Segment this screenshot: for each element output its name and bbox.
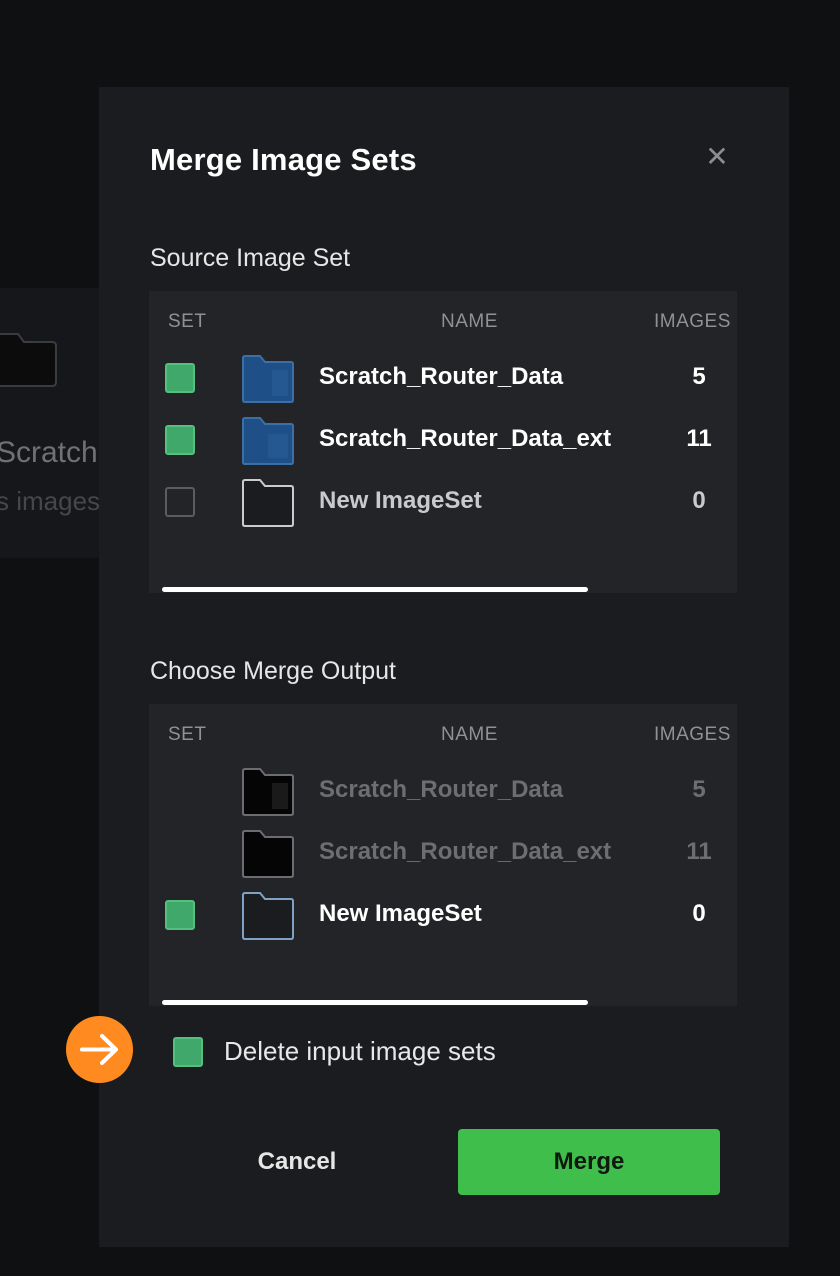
background-item-sub: s images xyxy=(0,486,101,516)
source-table-scrollbar[interactable] xyxy=(162,587,588,592)
output-row-name: Scratch_Router_Data_ext xyxy=(319,838,612,865)
cancel-button[interactable]: Cancel xyxy=(199,1129,395,1195)
output-row-checkbox[interactable] xyxy=(165,900,195,930)
delete-input-label[interactable]: Delete input image sets xyxy=(224,1036,496,1067)
output-section-label: Choose Merge Output xyxy=(150,657,396,685)
column-header-name: NAME xyxy=(441,724,498,745)
dialog-title: Merge Image Sets xyxy=(150,142,417,177)
delete-input-checkbox[interactable] xyxy=(173,1037,203,1067)
background-item-name: Scratch xyxy=(0,436,98,469)
folder-icon xyxy=(242,768,294,816)
output-row-name: New ImageSet xyxy=(319,900,482,927)
background-folder-icon xyxy=(0,333,57,387)
source-row-images: 0 xyxy=(692,487,706,514)
column-header-images: IMAGES xyxy=(654,311,731,332)
source-row[interactable]: Scratch_Router_Data 5 xyxy=(149,349,737,411)
source-section-label: Source Image Set xyxy=(150,244,351,272)
source-row-checkbox[interactable] xyxy=(165,487,195,517)
arrow-right-icon xyxy=(80,1034,118,1065)
column-header-set: SET xyxy=(168,724,207,745)
source-row[interactable]: Scratch_Router_Data_ext 11 xyxy=(149,411,737,473)
folder-icon xyxy=(242,830,294,878)
output-imageset-table: SET NAME IMAGES Scratch_Router_Data 5 Sc… xyxy=(149,704,737,1006)
source-row-name: Scratch_Router_Data xyxy=(319,363,564,390)
output-row-disabled: Scratch_Router_Data_ext 11 xyxy=(149,824,737,886)
close-icon[interactable]: ✕ xyxy=(703,143,731,171)
output-row-images: 11 xyxy=(686,838,712,865)
filled-folder-icon xyxy=(242,417,294,465)
source-row-name: New ImageSet xyxy=(319,487,482,514)
source-row[interactable]: New ImageSet 0 xyxy=(149,473,737,535)
output-row-images: 5 xyxy=(692,776,706,803)
source-imageset-table: SET NAME IMAGES Scratch_Router_Data 5 Sc… xyxy=(149,291,737,593)
output-row-images: 0 xyxy=(692,900,706,927)
empty-folder-icon xyxy=(242,892,294,940)
merge-button[interactable]: Merge xyxy=(458,1129,720,1195)
source-row-checkbox[interactable] xyxy=(165,425,195,455)
column-header-set: SET xyxy=(168,311,207,332)
annotation-arrow-badge xyxy=(66,1016,133,1083)
column-header-images: IMAGES xyxy=(654,724,731,745)
column-header-name: NAME xyxy=(441,311,498,332)
empty-folder-icon xyxy=(242,479,294,527)
output-row[interactable]: New ImageSet 0 xyxy=(149,886,737,948)
filled-folder-icon xyxy=(242,355,294,403)
merge-image-sets-dialog: Merge Image Sets ✕ Source Image Set SET … xyxy=(99,87,789,1247)
source-row-images: 11 xyxy=(686,425,712,452)
output-row-disabled: Scratch_Router_Data 5 xyxy=(149,762,737,824)
source-row-images: 5 xyxy=(692,363,706,390)
source-row-name: Scratch_Router_Data_ext xyxy=(319,425,612,452)
output-row-name: Scratch_Router_Data xyxy=(319,776,564,803)
source-row-checkbox[interactable] xyxy=(165,363,195,393)
output-table-scrollbar[interactable] xyxy=(162,1000,588,1005)
